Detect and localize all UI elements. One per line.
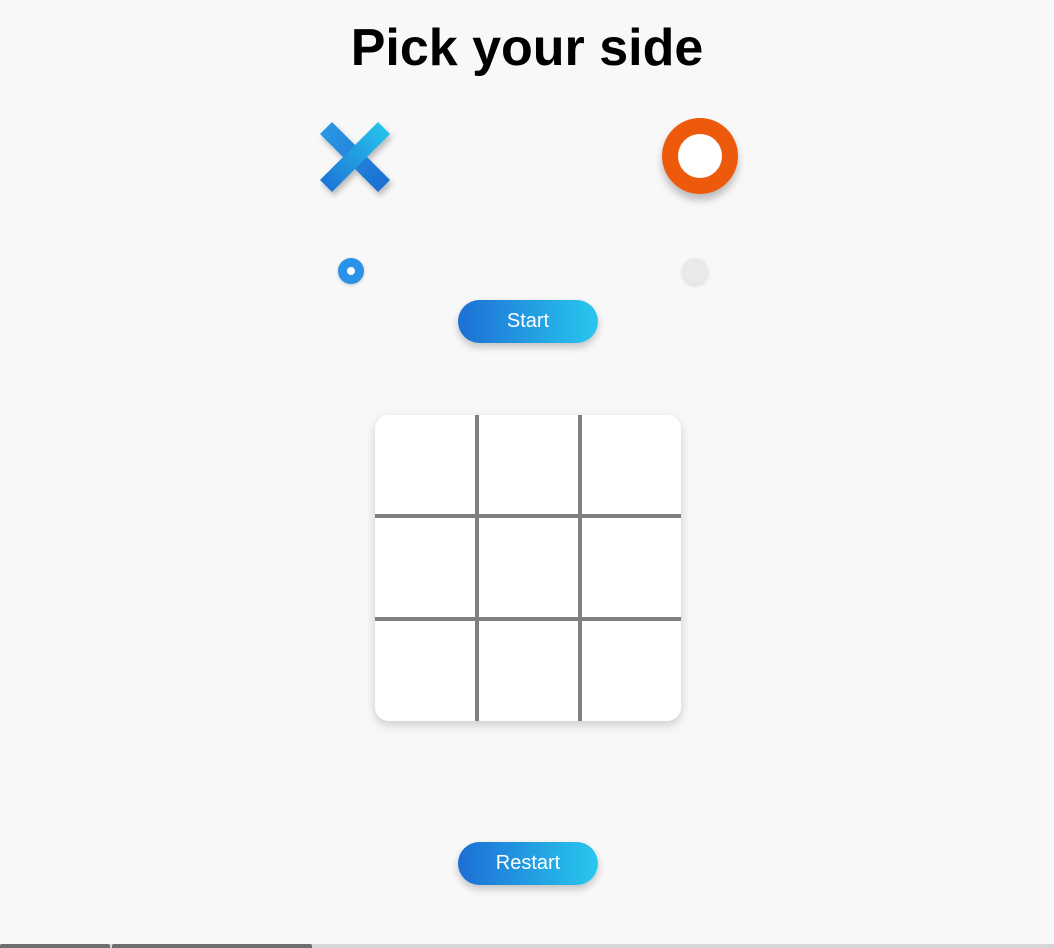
board-cell-9[interactable] (582, 621, 681, 721)
board-cell-1[interactable] (375, 415, 475, 514)
o-ring-icon (662, 118, 738, 194)
x-mark-icon (320, 122, 390, 192)
board-cell-8[interactable] (479, 621, 578, 721)
board-cell-5[interactable] (479, 518, 578, 617)
board-cell-4[interactable] (375, 518, 475, 617)
board-cell-7[interactable] (375, 621, 475, 721)
x-side-option[interactable] (316, 118, 396, 198)
start-button[interactable]: Start (458, 300, 598, 343)
x-side-radio[interactable] (338, 258, 364, 284)
restart-button[interactable]: Restart (458, 842, 598, 885)
o-side-option[interactable] (660, 116, 742, 198)
game-board (375, 415, 681, 721)
board-cell-2[interactable] (479, 415, 578, 514)
bottom-strip-segment (0, 944, 110, 948)
board-gridline (578, 415, 582, 721)
bottom-strip-segment (112, 944, 312, 948)
board-cell-6[interactable] (582, 518, 681, 617)
board-gridline (375, 514, 681, 518)
o-side-radio[interactable] (682, 258, 708, 284)
board-gridline (375, 617, 681, 621)
page-title: Pick your side (350, 19, 704, 77)
game-page: Pick your side Start Restart (0, 0, 1054, 948)
board-cell-3[interactable] (582, 415, 681, 514)
board-gridline (475, 415, 479, 721)
